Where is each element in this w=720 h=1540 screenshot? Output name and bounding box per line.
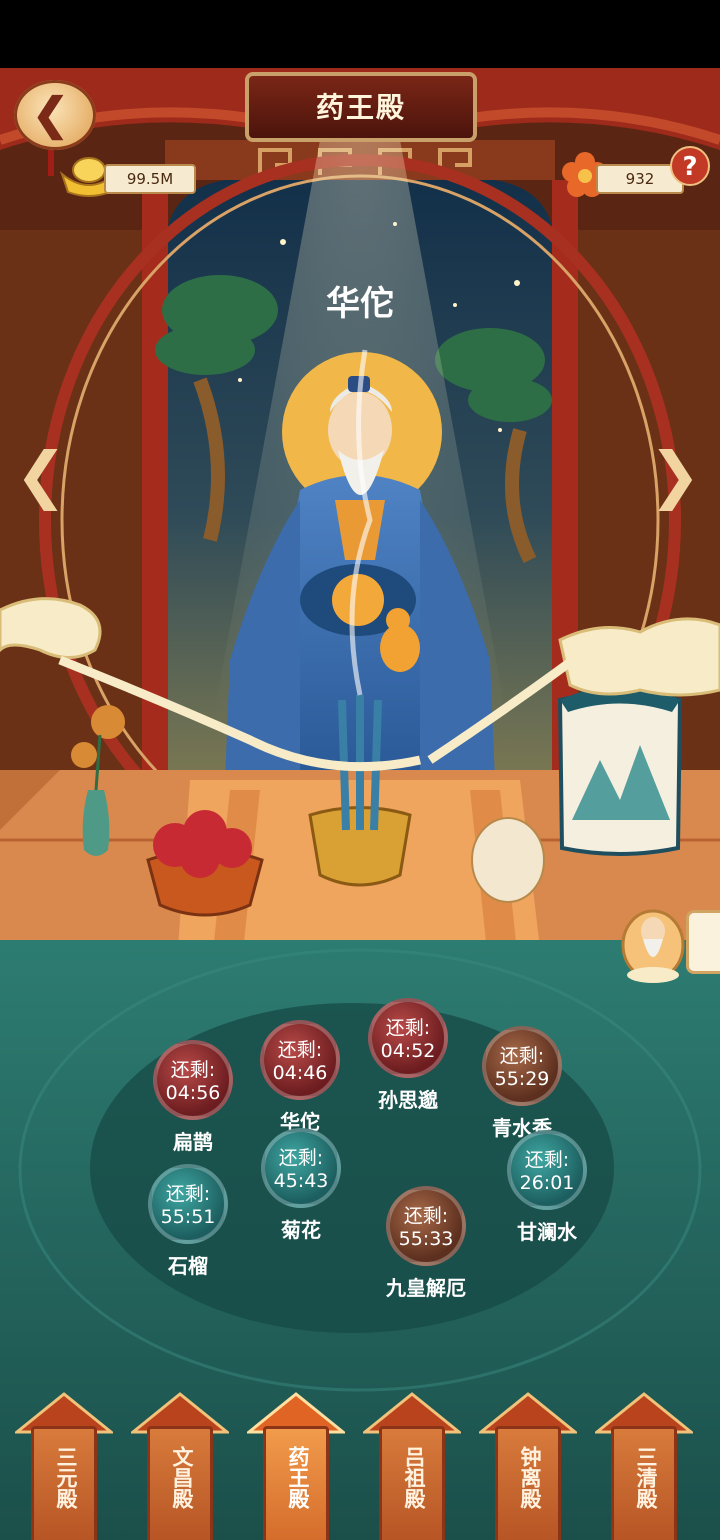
offering-label-ganlanshui: 甘澜水 bbox=[517, 1220, 577, 1244]
chevron-left-icon: ❮ bbox=[15, 438, 67, 511]
offering-label-juhua: 菊花 bbox=[281, 1218, 321, 1242]
lantern-tassel bbox=[48, 150, 54, 176]
hall-tab-label: 钟离殿 bbox=[518, 1445, 542, 1509]
timer-prefix: 还剩: bbox=[403, 1205, 449, 1227]
timer-prefix: 还剩: bbox=[277, 1039, 323, 1061]
page-title: 药王殿 bbox=[315, 91, 406, 124]
gold-counter: 99.5M bbox=[104, 164, 196, 194]
timer-bianque[interactable]: 还剩: 04:56 bbox=[153, 1040, 233, 1120]
hall-tab-label: 三清殿 bbox=[634, 1445, 658, 1509]
status-bar bbox=[0, 0, 720, 68]
timer-shiliu[interactable]: 还剩: 55:51 bbox=[148, 1164, 228, 1244]
offering-label-sunsimiao: 孙思邈 bbox=[378, 1088, 438, 1112]
timer-prefix: 还剩: bbox=[170, 1059, 216, 1081]
hall-tab-zhongli[interactable]: 钟离殿 bbox=[479, 1392, 577, 1540]
prev-deity-arrow[interactable]: ❮ bbox=[6, 440, 76, 510]
hall-tab-yaowang[interactable]: 药王殿 bbox=[247, 1392, 345, 1540]
back-button[interactable]: ❮ bbox=[14, 80, 96, 150]
timer-prefix: 还剩: bbox=[499, 1045, 545, 1067]
hall-tab-lvzu[interactable]: 吕祖殿 bbox=[363, 1392, 461, 1540]
timer-ganlanshui[interactable]: 还剩: 26:01 bbox=[507, 1130, 587, 1210]
hall-tab-sanyuan[interactable]: 三元殿 bbox=[15, 1392, 113, 1540]
timer-time: 26:01 bbox=[519, 1172, 575, 1194]
game-screen: ❮ 药王殿 99.5M 932 ? ❮ ❯ 华佗 还剩: 04:56 扁鹊 还剩… bbox=[0, 0, 720, 1540]
timer-qingshuixiang[interactable]: 还剩: 55:29 bbox=[482, 1026, 562, 1106]
side-panel-tab[interactable] bbox=[686, 910, 720, 974]
timer-huatuo[interactable]: 还剩: 04:46 bbox=[260, 1020, 340, 1100]
timer-jiuhuang[interactable]: 还剩: 55:33 bbox=[386, 1186, 466, 1266]
hall-tab-label: 吕祖殿 bbox=[402, 1445, 426, 1509]
timer-prefix: 还剩: bbox=[165, 1183, 211, 1205]
hall-tab-label: 文昌殿 bbox=[170, 1445, 194, 1509]
timer-time: 45:43 bbox=[273, 1170, 329, 1192]
offering-label-shiliu: 石榴 bbox=[168, 1254, 208, 1278]
timer-time: 55:51 bbox=[160, 1206, 216, 1228]
timer-time: 04:52 bbox=[380, 1040, 436, 1062]
next-deity-arrow[interactable]: ❯ bbox=[640, 440, 710, 510]
timer-time: 04:56 bbox=[165, 1082, 221, 1104]
npc-sage-icon[interactable] bbox=[618, 895, 688, 987]
question-icon: ? bbox=[682, 152, 698, 182]
timer-prefix: 还剩: bbox=[278, 1147, 324, 1169]
help-button[interactable]: ? bbox=[670, 146, 710, 186]
back-chevron-icon: ❮ bbox=[32, 89, 69, 140]
deity-name: 华佗 bbox=[326, 284, 394, 324]
hall-tab-sanqing[interactable]: 三清殿 bbox=[595, 1392, 693, 1540]
hall-tab-wenchang[interactable]: 文昌殿 bbox=[131, 1392, 229, 1540]
timer-prefix: 还剩: bbox=[385, 1017, 431, 1039]
timer-sunsimiao[interactable]: 还剩: 04:52 bbox=[368, 998, 448, 1078]
hall-tab-label: 三元殿 bbox=[54, 1445, 78, 1509]
offering-label-jiuhuang: 九皇解厄 bbox=[386, 1276, 466, 1300]
timer-juhua[interactable]: 还剩: 45:43 bbox=[261, 1128, 341, 1208]
timer-time: 55:33 bbox=[398, 1228, 454, 1250]
timer-time: 04:46 bbox=[272, 1062, 328, 1084]
timer-prefix: 还剩: bbox=[524, 1149, 570, 1171]
offering-label-qingshuixiang: 青水香 bbox=[492, 1116, 552, 1140]
hall-tab-label: 药王殿 bbox=[286, 1445, 310, 1509]
timer-time: 55:29 bbox=[494, 1068, 550, 1090]
chevron-right-icon: ❯ bbox=[649, 438, 701, 511]
